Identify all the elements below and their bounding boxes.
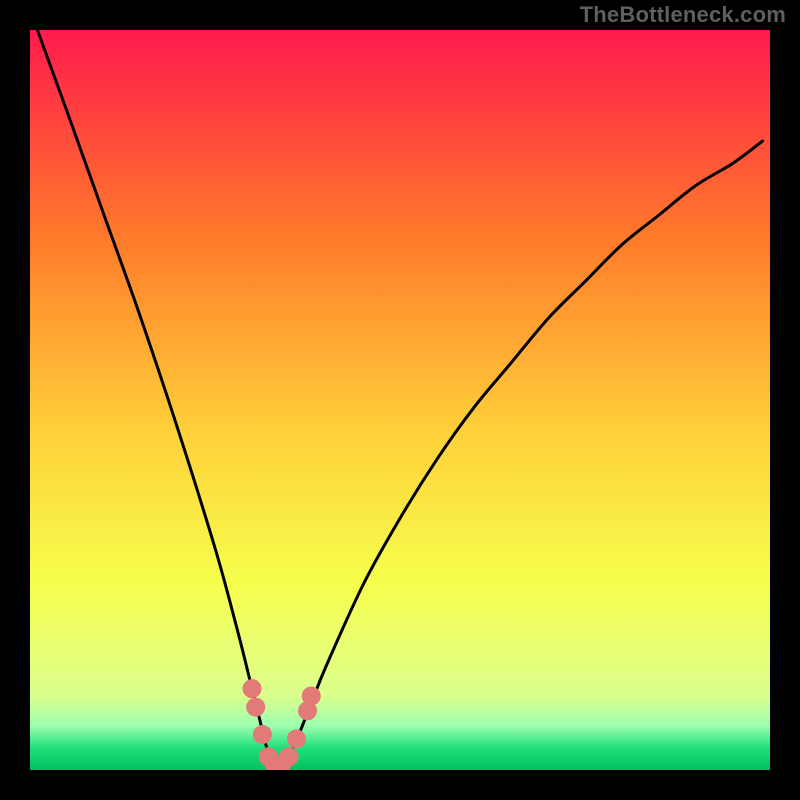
marker-trough-right [280,748,298,766]
marker-right-near-trough [287,730,305,748]
plot-area [30,30,770,770]
chart-frame: TheBottleneck.com [0,0,800,800]
gradient-background [30,30,770,770]
marker-left-flank-lower [247,698,265,716]
watermark-text: TheBottleneck.com [580,2,786,28]
marker-right-flank-upper [302,687,320,705]
plot-svg [30,30,770,770]
marker-left-near-trough [253,726,271,744]
marker-left-flank-upper [243,680,261,698]
